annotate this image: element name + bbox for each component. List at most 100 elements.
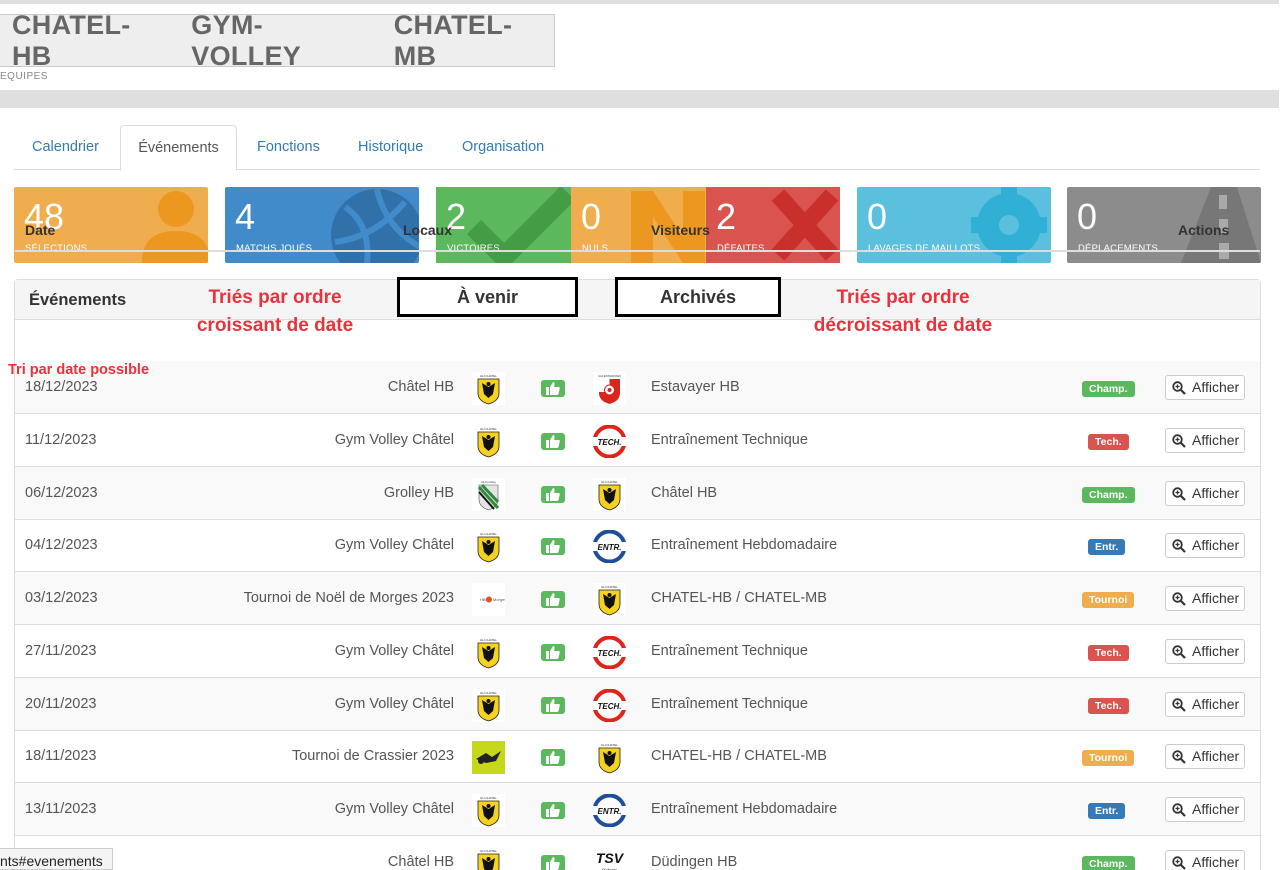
tab-organisation[interactable]: Organisation	[462, 125, 544, 170]
visitor-team: Entraînement Hebdomadaire	[651, 537, 838, 554]
defaites-label: DÉFAITES	[717, 243, 765, 254]
zoom-in-icon	[1172, 592, 1186, 606]
zoom-in-icon	[1172, 434, 1186, 448]
table-row: 04/12/2023 Gym Volley Châtel GH CHATEL ENTR…	[15, 519, 1260, 573]
zoom-in-icon	[1172, 856, 1186, 870]
visitor-team-logo: GH CHATEL	[593, 741, 626, 775]
table-row: Châtel HB GH CHATEL TSV Düdingen Düdingen HB…	[15, 836, 1260, 870]
svg-text:TSV: TSV	[596, 850, 625, 866]
afficher-button[interactable]: Afficher	[1165, 849, 1245, 870]
table-row: 20/11/2023 Gym Volley Châtel GH CHATEL TECH…	[15, 677, 1260, 731]
home-team: Gym Volley Châtel	[334, 642, 454, 659]
table-row: 06/12/2023 Grolley HB GH Grolley GH CHATEL C…	[15, 466, 1260, 520]
thumbs-up-icon	[541, 749, 565, 767]
event-date: 06/12/2023	[25, 484, 98, 501]
column-header-date[interactable]: Date	[25, 222, 55, 238]
afficher-button[interactable]: Afficher	[1165, 375, 1245, 400]
visitor-team: CHATEL-HB / CHATEL-MB	[651, 590, 827, 606]
visitor-team-logo: GH CHATEL	[593, 583, 626, 616]
visitor-team-logo: ENTR.	[592, 529, 627, 564]
column-header-visitors[interactable]: Visiteurs	[651, 222, 710, 238]
visitor-team-logo: TSV Düdingen	[593, 846, 626, 870]
event-date: 03/12/2023	[25, 590, 98, 606]
archived-button[interactable]: Archivés	[615, 277, 781, 317]
afficher-button[interactable]: Afficher	[1165, 638, 1245, 664]
visitor-team-logo: ENTR.	[592, 793, 627, 828]
svg-text:GH Grolley: GH Grolley	[481, 480, 496, 484]
afficher-label: Afficher	[1192, 642, 1240, 659]
svg-text:TECH.: TECH.	[598, 649, 622, 658]
tab-evenements[interactable]: Événements	[120, 125, 237, 171]
thumbs-up-icon	[541, 485, 565, 503]
event-date: 20/11/2023	[25, 695, 97, 712]
svg-text:GH CHATEL: GH CHATEL	[601, 585, 618, 589]
event-type-badge: Entr.	[1088, 803, 1126, 819]
home-team-logo: GH CHATEL	[472, 846, 505, 870]
home-team-logo: GH Grolley	[472, 477, 505, 511]
event-type-badge: Champ.	[1082, 855, 1135, 870]
annotation-line: décroissant de date	[813, 315, 993, 336]
thumbs-up-icon	[541, 380, 565, 397]
team-name[interactable]: CHATEL-HB	[12, 10, 169, 72]
tab-calendrier[interactable]: Calendrier	[32, 125, 99, 170]
victoires-label: VICTOIRES	[447, 243, 500, 254]
home-team-logo: GH CHATEL	[472, 530, 505, 564]
table-row: 13/11/2023 Gym Volley Châtel GH CHATEL ENTR…	[15, 783, 1260, 836]
zoom-in-icon	[1172, 645, 1186, 659]
event-type-badge: Tournoi	[1082, 750, 1135, 767]
afficher-button[interactable]: Afficher	[1165, 480, 1245, 506]
svg-text:GH CHATEL: GH CHATEL	[480, 849, 497, 853]
afficher-button[interactable]: Afficher	[1165, 744, 1245, 770]
scrollbar[interactable]	[1279, 0, 1288, 870]
lavages-label: LAVAGES DE MAILLOTS	[868, 243, 981, 254]
zoom-in-icon	[1172, 486, 1186, 501]
visitor-team-logo: TECH.	[592, 688, 627, 722]
afficher-button[interactable]: Afficher	[1165, 533, 1245, 559]
afficher-button[interactable]: Afficher	[1165, 586, 1245, 611]
visitor-team: Entraînement Hebdomadaire	[651, 801, 838, 817]
tab-bar: Calendrier Événements Fonctions Historiq…	[14, 125, 1260, 171]
column-header-actions: Actions	[1178, 222, 1230, 238]
home-team: Gym Volley Châtel	[334, 431, 454, 448]
team-name[interactable]: GYM-VOLLEY	[191, 10, 371, 72]
table-row: 03/12/2023 Tournoi de Noël de Morges 2023…	[15, 572, 1260, 625]
home-team: Châtel HB	[387, 853, 454, 870]
table-row: 11/12/2023 Gym Volley Châtel GH CHATEL TECH…	[15, 414, 1260, 467]
event-type-badge: Tech.	[1088, 697, 1129, 714]
upcoming-button[interactable]: À venir	[397, 277, 578, 317]
defaites-count: 2	[716, 196, 737, 237]
tab-historique[interactable]: Historique	[358, 125, 423, 170]
afficher-label: Afficher	[1192, 379, 1240, 395]
afficher-button[interactable]: Afficher	[1165, 691, 1245, 717]
column-header-home[interactable]: Locaux	[403, 222, 452, 238]
home-team: Grolley HB	[383, 484, 454, 501]
zoom-in-icon	[1172, 803, 1186, 817]
event-date: 13/11/2023	[25, 801, 97, 817]
tab-fonctions[interactable]: Fonctions	[257, 125, 320, 170]
equipes-label: EQUIPES	[0, 71, 48, 82]
afficher-button[interactable]: Afficher	[1165, 797, 1245, 822]
home-team: Châtel HB	[387, 379, 454, 395]
zoom-in-icon	[1172, 381, 1186, 395]
event-type-badge: Champ.	[1082, 381, 1135, 397]
visitor-team: Châtel HB	[651, 484, 718, 501]
visitor-team-logo: TECH.	[592, 424, 627, 459]
table-row: 18/11/2023 Tournoi de Crassier 2023 GH CHA…	[15, 730, 1260, 784]
afficher-button[interactable]: Afficher	[1165, 427, 1245, 453]
header-divider	[15, 250, 1260, 252]
svg-text:Morges: Morges	[493, 597, 505, 602]
matchs-count: 4	[235, 196, 256, 237]
visitor-team-logo: GH ESTAVAYER	[593, 372, 626, 405]
event-type-badge: Champ.	[1082, 486, 1135, 503]
svg-text:GH CHATEL: GH CHATEL	[480, 374, 497, 378]
zoom-in-icon	[1172, 750, 1186, 765]
team-name[interactable]: CHATEL-MB	[394, 10, 554, 72]
svg-text:GH CHATEL: GH CHATEL	[480, 691, 497, 695]
annotation-descending: Triés par ordre décroissant de date	[798, 284, 1008, 340]
afficher-label: Afficher	[1192, 431, 1240, 448]
annotation-sort-hint: Tri par date possible	[8, 362, 150, 378]
events-title: Événements	[29, 291, 127, 309]
afficher-label: Afficher	[1192, 801, 1240, 817]
thumbs-up-icon	[541, 591, 565, 608]
visitor-team: Entraînement Technique	[651, 695, 808, 712]
